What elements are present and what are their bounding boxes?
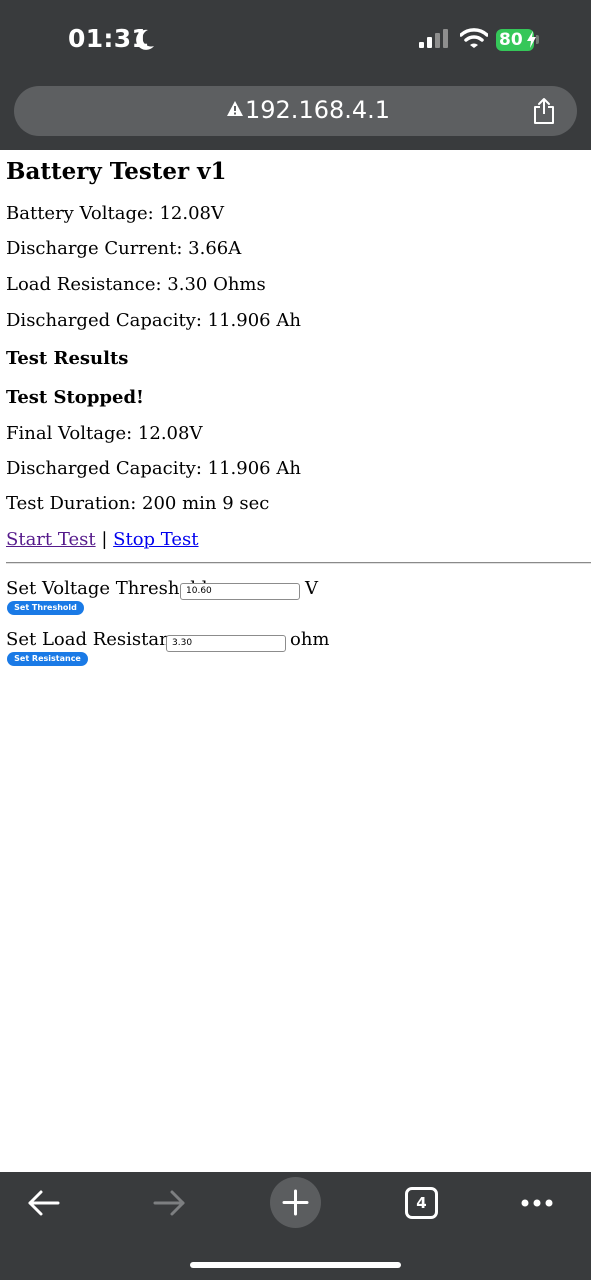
discharged-capacity-reading: Discharged Capacity: 11.906 Ah: [6, 310, 301, 331]
load-resistance-input[interactable]: 3.30: [166, 635, 286, 652]
cellular-signal-icon: [419, 29, 448, 48]
forward-arrow-icon[interactable]: [153, 1189, 186, 1217]
home-indicator: [190, 1262, 401, 1268]
voltage-threshold-input[interactable]: 10.60: [180, 583, 300, 600]
horizontal-rule: [6, 562, 591, 564]
set-resistance-button[interactable]: Set Resistance: [7, 652, 88, 666]
moon-icon: [136, 29, 154, 50]
discharge-current-reading: Discharge Current: 3.66A: [6, 238, 242, 259]
set-threshold-button[interactable]: Set Threshold: [7, 601, 84, 615]
wifi-icon: [460, 28, 488, 48]
test-results-heading: Test Results: [6, 348, 129, 369]
link-separator: |: [101, 529, 108, 550]
test-links: Start Test | Stop Test: [6, 529, 199, 550]
result-discharged-capacity: Discharged Capacity: 11.906 Ah: [6, 458, 301, 479]
load-resistance-reading: Load Resistance: 3.30 Ohms: [6, 274, 266, 295]
url-text[interactable]: 192.168.4.1: [245, 96, 390, 124]
back-arrow-icon[interactable]: [27, 1189, 60, 1217]
battery-cap: [536, 35, 539, 44]
resistance-unit: ohm: [290, 629, 330, 650]
plus-icon: [282, 1189, 309, 1216]
share-icon[interactable]: [532, 97, 556, 125]
start-test-link[interactable]: Start Test: [6, 529, 96, 550]
test-status: Test Stopped!: [6, 387, 144, 408]
tabs-button[interactable]: 4: [405, 1187, 438, 1219]
stop-test-link[interactable]: Stop Test: [113, 529, 198, 550]
voltage-unit: V: [305, 578, 318, 599]
web-page: Battery Tester v1 Battery Voltage: 12.08…: [0, 150, 591, 1172]
test-duration: Test Duration: 200 min 9 sec: [6, 493, 270, 514]
charging-bolt-icon: [527, 31, 536, 48]
battery-voltage-reading: Battery Voltage: 12.08V: [6, 203, 224, 224]
more-dots-icon[interactable]: [520, 1198, 554, 1208]
final-voltage: Final Voltage: 12.08V: [6, 423, 203, 444]
warning-triangle-icon: [227, 101, 243, 116]
page-title: Battery Tester v1: [6, 158, 227, 185]
